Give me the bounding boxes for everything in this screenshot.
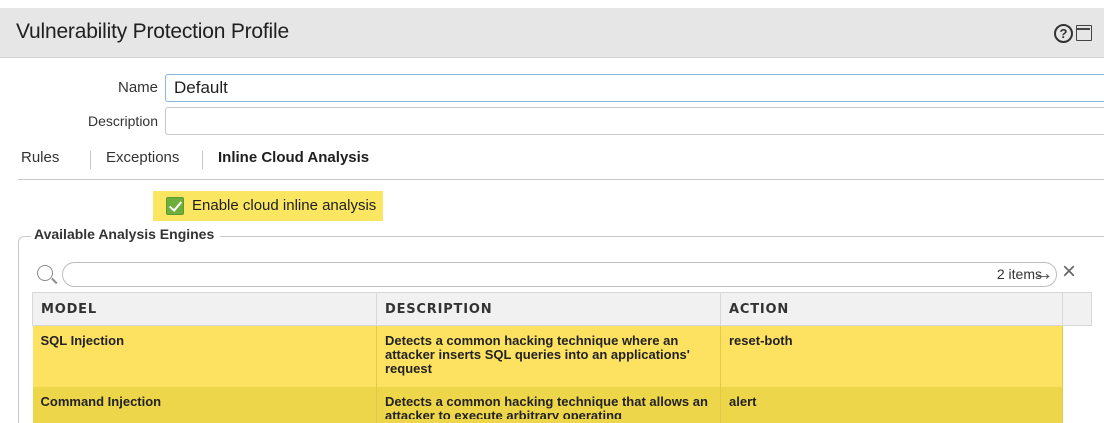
column-header-gutter [1062,292,1092,326]
analysis-engines-legend: Available Analysis Engines [31,226,221,242]
table-row[interactable]: SQL Injection Detects a common hacking t… [32,325,1092,387]
cell-model: SQL Injection [32,325,377,387]
enable-cloud-analysis-label[interactable]: Enable cloud inline analysis [192,197,376,214]
table-row[interactable]: Command Injection Detects a common hacki… [32,386,1092,423]
tab-underline [18,179,1104,180]
column-header-description[interactable]: DESCRIPTION [376,292,721,326]
tab-exceptions[interactable]: Exceptions [106,149,179,166]
row-gutter [1062,386,1092,423]
tab-separator [90,151,91,169]
help-icon[interactable]: ? [1054,24,1073,43]
cell-description: Detects a common hacking technique that … [376,386,721,423]
column-header-model[interactable]: MODEL [32,292,377,326]
description-field[interactable] [165,107,1104,135]
search-input[interactable]: 2 items [62,262,1057,287]
maximize-icon[interactable] [1076,25,1092,41]
cell-model: Command Injection [32,386,377,423]
cell-description: Detects a common hacking technique where… [376,325,721,387]
dialog-title: Vulnerability Protection Profile [16,20,289,43]
table-header-row: MODEL DESCRIPTION ACTION [32,292,1092,326]
enable-cloud-analysis-checkbox[interactable] [166,197,184,215]
arrow-right-icon[interactable]: → [1032,261,1054,285]
search-icon [37,265,53,281]
cell-action[interactable]: reset-both [720,325,1063,387]
column-header-action[interactable]: ACTION [720,292,1063,326]
row-gutter [1062,325,1092,387]
tab-inline-cloud-analysis[interactable]: Inline Cloud Analysis [218,149,369,166]
tab-separator [202,151,203,169]
tab-bar: Rules Exceptions Inline Cloud Analysis [0,144,1104,180]
name-label: Name [117,79,158,96]
cell-description-text: Detects a common hacking technique that … [385,394,708,419]
description-label: Description [87,113,158,129]
analysis-engines-table: MODEL DESCRIPTION ACTION SQL Injection D… [32,292,1092,423]
cell-action[interactable]: alert [720,386,1063,423]
name-field[interactable]: Default [165,74,1104,102]
search-row: 2 items → × [32,260,1104,290]
close-icon[interactable]: × [1062,260,1076,284]
dialog-titlebar: Vulnerability Protection Profile ? [0,8,1104,58]
tab-rules[interactable]: Rules [21,149,59,166]
